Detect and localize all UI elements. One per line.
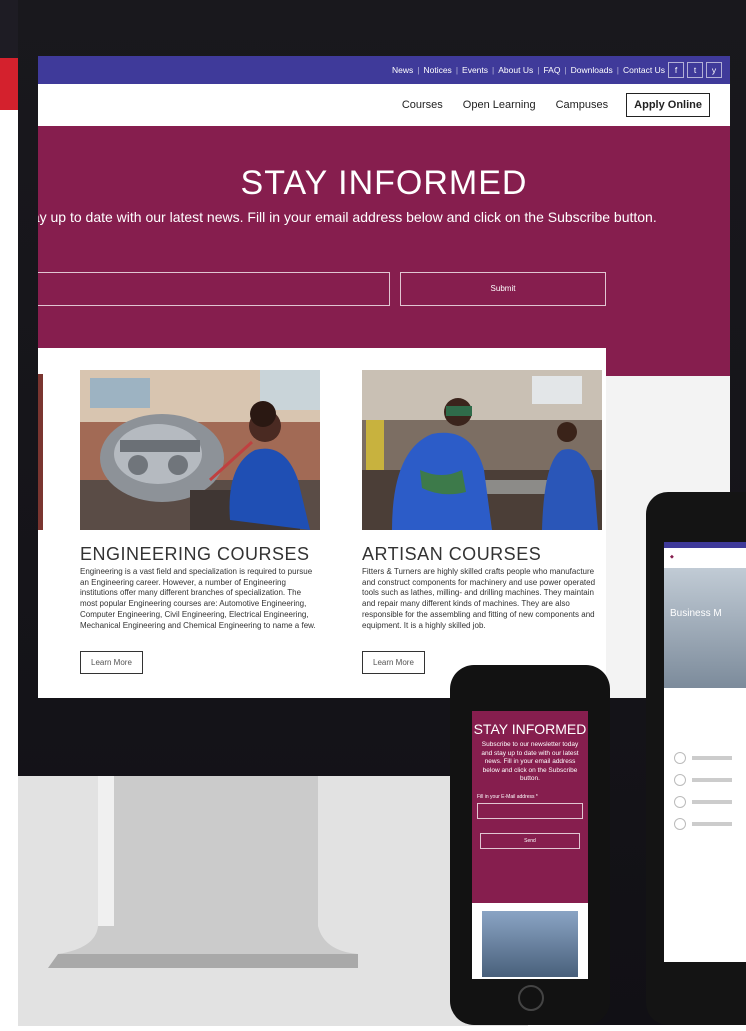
phone-title: STAY INFORMED <box>473 721 587 737</box>
tablet-list-icon <box>674 774 686 786</box>
artisan-course-text: Fitters & Turners are highly skilled cra… <box>362 567 596 630</box>
tablet-list-item <box>674 796 746 808</box>
tablet-list-item <box>674 752 746 764</box>
engineering-photo <box>80 370 320 530</box>
tablet-list-line <box>692 822 732 826</box>
nav-link-downloads[interactable]: Downloads <box>571 65 613 75</box>
engineering-course-image <box>80 370 320 530</box>
phone-description: Subscribe to our newsletter today and st… <box>481 741 579 782</box>
smartphone-mockup: STAY INFORMED Subscribe to our newslette… <box>450 665 610 1025</box>
phone-image-section <box>472 903 588 979</box>
phone-screen: STAY INFORMED Subscribe to our newslette… <box>472 711 588 979</box>
nav-link-faq[interactable]: FAQ <box>543 65 560 75</box>
partial-image-left <box>38 374 43 530</box>
nav-link-notices[interactable]: Notices <box>423 65 451 75</box>
apply-online-button[interactable]: Apply Online <box>626 93 710 117</box>
engineering-course-title: ENGINEERING COURSES <box>80 544 310 564</box>
tablet-list-icon <box>674 796 686 808</box>
nav-separator: | <box>417 65 420 75</box>
artisan-learn-more-button[interactable]: Learn More <box>362 651 425 675</box>
artisan-course-image <box>362 370 602 530</box>
tablet-mockup: ◆ Business M <box>646 492 746 1025</box>
phone-home-button <box>518 985 544 1011</box>
phone-send-button[interactable]: Send <box>480 832 580 849</box>
engineering-course-text: Engineering is a vast field and speciali… <box>80 567 316 630</box>
tablet-hero-text: Business M <box>670 608 722 619</box>
tablet-list <box>664 742 746 830</box>
engineering-learn-more-button[interactable]: Learn More <box>80 651 143 675</box>
email-input[interactable] <box>38 272 390 306</box>
hero-title: STAY INFORMED <box>240 164 528 202</box>
phone-email-label: Fill in your E-Mail address * <box>477 793 538 800</box>
twitter-icon[interactable]: t <box>687 62 703 78</box>
nav-link-open-learning[interactable]: Open Learning <box>463 99 536 111</box>
tablet-top-bar <box>664 542 746 548</box>
nav-link-contact-us[interactable]: Contact Us <box>623 65 665 75</box>
tablet-hero-photo <box>664 568 746 688</box>
nav-link-courses[interactable]: Courses <box>402 99 443 111</box>
tablet-list-line <box>692 800 732 804</box>
tablet-screen: ◆ Business M <box>664 542 746 962</box>
nav-separator: | <box>564 65 567 75</box>
tablet-list-icon <box>674 818 686 830</box>
tablet-list-item <box>674 818 746 830</box>
main-navigation-bar: Courses Open Learning Campuses Apply Onl… <box>38 84 730 126</box>
engineering-course-card: ENGINEERING COURSES Engineering is a vas… <box>80 370 320 675</box>
phone-photo <box>482 911 578 977</box>
nav-link-events[interactable]: Events <box>462 65 488 75</box>
nav-separator: | <box>492 65 495 75</box>
tablet-logo: ◆ <box>670 554 674 560</box>
stay-informed-section: STAY INFORMED d stay up to date with our… <box>38 126 730 376</box>
nav-separator: | <box>455 65 459 75</box>
hero-description: d stay up to date with our latest news. … <box>38 209 657 225</box>
courses-section: ENGINEERING COURSES Engineering is a vas… <box>38 348 606 698</box>
youtube-icon[interactable]: y <box>706 62 722 78</box>
nav-separator: | <box>537 65 540 75</box>
monitor-screen: News | Notices | Events | About Us | FAQ | Do… <box>38 56 730 698</box>
submit-button[interactable]: Submit <box>400 272 606 306</box>
red-accent-strip <box>0 58 20 110</box>
phone-email-input[interactable] <box>477 802 583 819</box>
nav-link-about-us[interactable]: About Us <box>498 65 533 75</box>
nav-link-campuses[interactable]: Campuses <box>556 99 609 111</box>
tablet-list-item <box>674 774 746 786</box>
tablet-list-line <box>692 756 732 760</box>
nav-separator: | <box>616 65 619 75</box>
top-navigation-bar: News | Notices | Events | About Us | FAQ | Do… <box>38 56 730 84</box>
nav-link-news[interactable]: News <box>392 65 413 75</box>
artisan-course-title: ARTISAN COURSES <box>362 544 542 564</box>
tablet-list-icon <box>674 752 686 764</box>
artisan-photo <box>362 370 602 530</box>
facebook-icon[interactable]: f <box>668 62 684 78</box>
tablet-list-line <box>692 778 732 782</box>
artisan-course-card: ARTISAN COURSES Fitters & Turners are hi… <box>362 370 602 675</box>
